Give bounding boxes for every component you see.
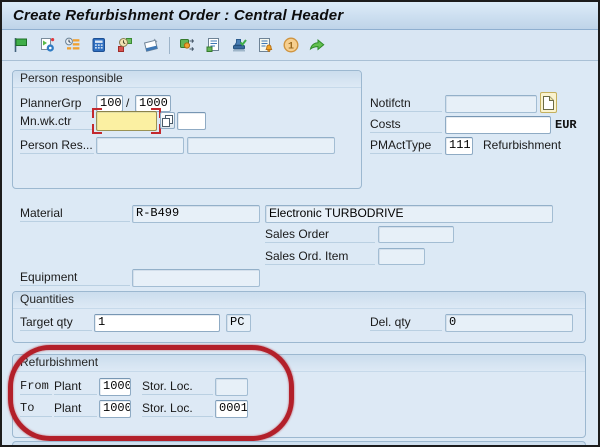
page-title: Create Refurbishment Order : Central Hea… [13, 7, 343, 24]
red-circle-annotation [8, 345, 294, 441]
costs-label: Costs [370, 116, 442, 133]
material-field[interactable]: R-B499 [132, 205, 260, 223]
svg-text:1: 1 [288, 42, 294, 53]
target-qty-unit-field[interactable]: PC [226, 314, 251, 332]
plannergrp-field-1[interactable]: 100 [96, 95, 123, 112]
order-checklist-button[interactable] [255, 34, 275, 56]
pmacttype-label: PMActType [370, 137, 442, 154]
copy-pages-icon [162, 115, 173, 127]
application-toolbar: 1 [2, 30, 598, 61]
log-button[interactable] [203, 34, 223, 56]
notifctn-label: Notifctn [370, 95, 442, 112]
calculate-costs-button[interactable] [89, 34, 109, 56]
availability-check-button[interactable] [115, 34, 135, 56]
mnwkctr-field[interactable] [96, 111, 157, 131]
person-res-field-2[interactable] [187, 137, 335, 154]
plannergrp-separator: / [126, 95, 134, 112]
sales-ord-item-field[interactable] [378, 248, 425, 265]
quantities-header: Quantities [13, 292, 585, 309]
content-area: Person responsible PlannerGrp 100 / 1000… [2, 61, 598, 445]
currency-label: EUR [555, 118, 577, 132]
costs-field[interactable] [445, 116, 551, 134]
first-operation-button[interactable]: 1 [281, 34, 301, 56]
equipment-field[interactable] [132, 269, 260, 287]
approve-stamp-button[interactable] [229, 34, 249, 56]
equipment-label: Equipment [20, 269, 130, 286]
title-bar: Create Refurbishment Order : Central Hea… [2, 2, 598, 30]
log-icon [204, 36, 222, 54]
sales-order-label: Sales Order [265, 226, 375, 243]
target-qty-field[interactable]: 1 [94, 314, 220, 332]
document-overview-button[interactable] [141, 34, 161, 56]
operation-overview-button[interactable] [63, 34, 83, 56]
material-label: Material [20, 205, 130, 222]
sales-order-field[interactable] [378, 226, 454, 243]
component-structure-button[interactable] [177, 34, 197, 56]
availability-check-icon [116, 36, 134, 54]
order-settings-button[interactable] [37, 34, 57, 56]
approve-stamp-icon [230, 36, 248, 54]
checklist-bell-icon [256, 36, 274, 54]
pmacttype-text: Refurbishment [483, 137, 598, 154]
toolbar-separator [169, 37, 170, 54]
person-res-field-1[interactable] [96, 137, 184, 154]
operation-overview-icon [64, 36, 82, 54]
pmacttype-field[interactable]: 111 [445, 137, 473, 155]
calculator-icon [90, 36, 108, 54]
document-card-icon [142, 36, 160, 54]
new-document-icon [543, 96, 554, 110]
create-notification-button[interactable] [540, 92, 557, 113]
continue-arrow-button[interactable] [307, 34, 327, 56]
release-flag-icon [12, 36, 30, 54]
green-arrow-icon [308, 36, 326, 54]
target-qty-label: Target qty [20, 314, 92, 331]
release-flag-button[interactable] [11, 34, 31, 56]
order-settings-icon [38, 36, 56, 54]
del-qty-label: Del. qty [370, 314, 442, 331]
person-responsible-header: Person responsible [13, 71, 361, 88]
number-one-badge-icon: 1 [282, 36, 300, 54]
sales-ord-item-label: Sales Ord. Item [265, 248, 375, 265]
person-res-label: Person Res... [20, 137, 94, 154]
notifctn-field[interactable] [445, 95, 537, 113]
component-structure-icon [178, 36, 196, 54]
del-qty-field[interactable]: 0 [445, 314, 573, 332]
sap-window: Create Refurbishment Order : Central Hea… [0, 0, 600, 447]
mnwkctr-multiselect-button[interactable] [160, 112, 175, 129]
mnwkctr-label: Mn.wk.ctr [20, 113, 94, 130]
plannergrp-field-2[interactable]: 1000 [135, 95, 171, 112]
mnwkctr-plant-field[interactable] [177, 112, 206, 130]
material-description-field[interactable]: Electronic TURBODRIVE [265, 205, 553, 223]
partial-groupbox-bottom [12, 441, 586, 445]
plannergrp-label: PlannerGrp [20, 95, 94, 112]
